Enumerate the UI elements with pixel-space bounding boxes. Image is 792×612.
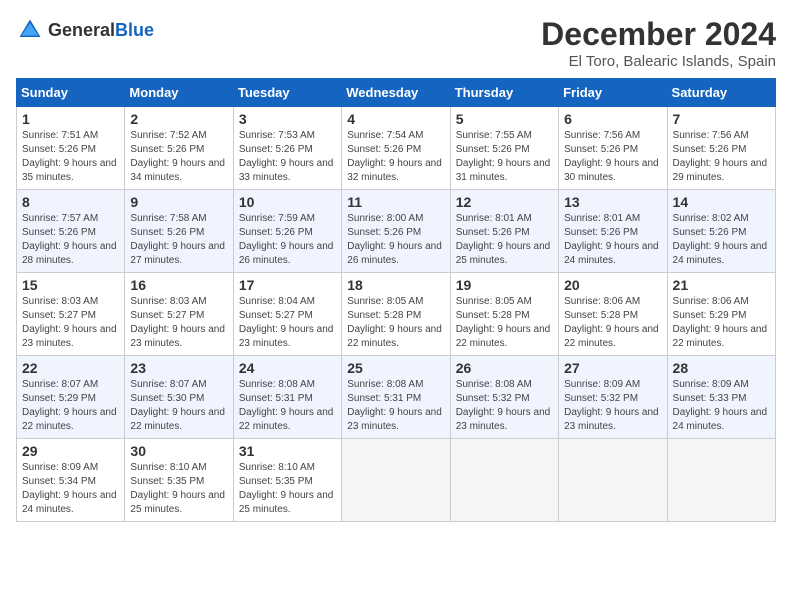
- calendar-week-4: 22Sunrise: 8:07 AMSunset: 5:29 PMDayligh…: [17, 356, 776, 439]
- table-row: 26Sunrise: 8:08 AMSunset: 5:32 PMDayligh…: [450, 356, 558, 439]
- table-row: 31Sunrise: 8:10 AMSunset: 5:35 PMDayligh…: [233, 439, 341, 522]
- table-row: 19Sunrise: 8:05 AMSunset: 5:28 PMDayligh…: [450, 273, 558, 356]
- calendar-week-5: 29Sunrise: 8:09 AMSunset: 5:34 PMDayligh…: [17, 439, 776, 522]
- table-row: 12Sunrise: 8:01 AMSunset: 5:26 PMDayligh…: [450, 190, 558, 273]
- table-row: 25Sunrise: 8:08 AMSunset: 5:31 PMDayligh…: [342, 356, 450, 439]
- calendar-week-3: 15Sunrise: 8:03 AMSunset: 5:27 PMDayligh…: [17, 273, 776, 356]
- logo: GeneralBlue: [16, 16, 154, 44]
- page-header: GeneralBlue December 2024 El Toro, Balea…: [16, 16, 776, 70]
- col-saturday: Saturday: [667, 79, 775, 107]
- table-row: 3Sunrise: 7:53 AMSunset: 5:26 PMDaylight…: [233, 107, 341, 190]
- col-sunday: Sunday: [17, 79, 125, 107]
- table-row: 30Sunrise: 8:10 AMSunset: 5:35 PMDayligh…: [125, 439, 233, 522]
- table-row: 29Sunrise: 8:09 AMSunset: 5:34 PMDayligh…: [17, 439, 125, 522]
- table-row: 28Sunrise: 8:09 AMSunset: 5:33 PMDayligh…: [667, 356, 775, 439]
- table-row: 24Sunrise: 8:08 AMSunset: 5:31 PMDayligh…: [233, 356, 341, 439]
- title-block: December 2024 El Toro, Balearic Islands,…: [541, 16, 776, 70]
- table-row: 1Sunrise: 7:51 AMSunset: 5:26 PMDaylight…: [17, 107, 125, 190]
- table-row: [450, 439, 558, 522]
- table-row: [667, 439, 775, 522]
- col-wednesday: Wednesday: [342, 79, 450, 107]
- calendar-table: Sunday Monday Tuesday Wednesday Thursday…: [16, 78, 776, 522]
- col-thursday: Thursday: [450, 79, 558, 107]
- table-row: [342, 439, 450, 522]
- table-row: 7Sunrise: 7:56 AMSunset: 5:26 PMDaylight…: [667, 107, 775, 190]
- col-tuesday: Tuesday: [233, 79, 341, 107]
- table-row: 18Sunrise: 8:05 AMSunset: 5:28 PMDayligh…: [342, 273, 450, 356]
- table-row: 4Sunrise: 7:54 AMSunset: 5:26 PMDaylight…: [342, 107, 450, 190]
- table-row: 5Sunrise: 7:55 AMSunset: 5:26 PMDaylight…: [450, 107, 558, 190]
- table-row: 10Sunrise: 7:59 AMSunset: 5:26 PMDayligh…: [233, 190, 341, 273]
- table-row: 6Sunrise: 7:56 AMSunset: 5:26 PMDaylight…: [559, 107, 667, 190]
- table-row: 15Sunrise: 8:03 AMSunset: 5:27 PMDayligh…: [17, 273, 125, 356]
- table-row: 14Sunrise: 8:02 AMSunset: 5:26 PMDayligh…: [667, 190, 775, 273]
- table-row: 16Sunrise: 8:03 AMSunset: 5:27 PMDayligh…: [125, 273, 233, 356]
- logo-icon: [16, 16, 44, 44]
- table-row: 13Sunrise: 8:01 AMSunset: 5:26 PMDayligh…: [559, 190, 667, 273]
- table-row: [559, 439, 667, 522]
- table-row: 9Sunrise: 7:58 AMSunset: 5:26 PMDaylight…: [125, 190, 233, 273]
- calendar-subtitle: El Toro, Balearic Islands, Spain: [541, 53, 776, 70]
- table-row: 20Sunrise: 8:06 AMSunset: 5:28 PMDayligh…: [559, 273, 667, 356]
- col-friday: Friday: [559, 79, 667, 107]
- table-row: 2Sunrise: 7:52 AMSunset: 5:26 PMDaylight…: [125, 107, 233, 190]
- table-row: 11Sunrise: 8:00 AMSunset: 5:26 PMDayligh…: [342, 190, 450, 273]
- calendar-header-row: Sunday Monday Tuesday Wednesday Thursday…: [17, 79, 776, 107]
- calendar-week-2: 8Sunrise: 7:57 AMSunset: 5:26 PMDaylight…: [17, 190, 776, 273]
- table-row: 27Sunrise: 8:09 AMSunset: 5:32 PMDayligh…: [559, 356, 667, 439]
- col-monday: Monday: [125, 79, 233, 107]
- calendar-title: December 2024: [541, 16, 776, 53]
- table-row: 8Sunrise: 7:57 AMSunset: 5:26 PMDaylight…: [17, 190, 125, 273]
- table-row: 17Sunrise: 8:04 AMSunset: 5:27 PMDayligh…: [233, 273, 341, 356]
- table-row: 21Sunrise: 8:06 AMSunset: 5:29 PMDayligh…: [667, 273, 775, 356]
- table-row: 22Sunrise: 8:07 AMSunset: 5:29 PMDayligh…: [17, 356, 125, 439]
- calendar-week-1: 1Sunrise: 7:51 AMSunset: 5:26 PMDaylight…: [17, 107, 776, 190]
- logo-general-text: GeneralBlue: [48, 20, 154, 41]
- table-row: 23Sunrise: 8:07 AMSunset: 5:30 PMDayligh…: [125, 356, 233, 439]
